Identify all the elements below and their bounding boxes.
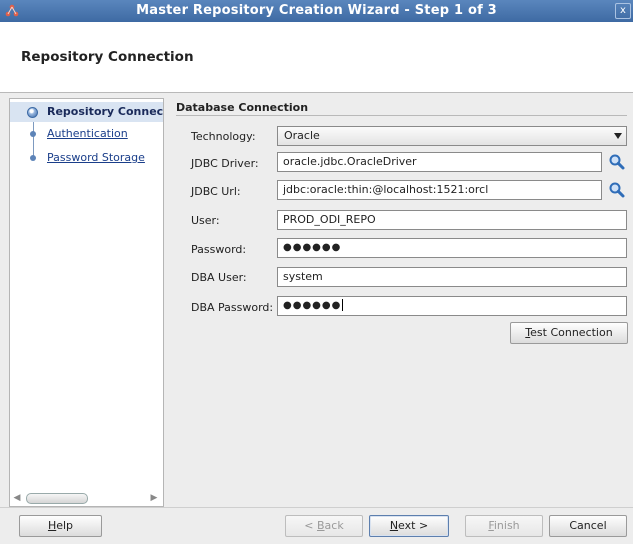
search-icon[interactable]	[608, 153, 626, 171]
help-button[interactable]: Help	[19, 515, 102, 537]
user-label: User:	[191, 214, 220, 227]
step-password-storage[interactable]: Password Storage	[10, 148, 163, 168]
dba-password-label: DBA Password:	[191, 301, 274, 314]
finish-button[interactable]: Finish	[465, 515, 543, 537]
test-connection-button[interactable]: Test Connection	[510, 322, 628, 344]
search-icon[interactable]	[608, 181, 626, 199]
jdbc-driver-field[interactable]: oracle.jdbc.OracleDriver	[277, 152, 602, 172]
button-label: ext >	[398, 519, 429, 532]
close-icon[interactable]: x	[615, 3, 631, 19]
button-prefix: <	[304, 519, 317, 532]
chevron-down-icon[interactable]	[614, 133, 622, 139]
step-dot-icon	[30, 131, 36, 137]
step-label: Authentication	[47, 127, 128, 140]
technology-select[interactable]: Oracle	[277, 126, 627, 146]
footer-divider	[0, 507, 633, 508]
cancel-button[interactable]: Cancel	[549, 515, 627, 537]
button-label: inish	[493, 519, 520, 532]
password-field[interactable]: ●●●●●●	[277, 238, 627, 258]
step-label: Password Storage	[47, 151, 145, 164]
step-dot-icon	[30, 155, 36, 161]
mnemonic: B	[317, 519, 325, 532]
technology-value: Oracle	[284, 129, 320, 142]
wizard-header: Repository Connection	[0, 22, 633, 93]
button-label: ack	[324, 519, 344, 532]
scrollbar-thumb[interactable]	[26, 493, 88, 504]
current-step-icon	[27, 107, 38, 118]
step-label: Repository Connection	[47, 105, 164, 118]
scroll-right-icon[interactable]: ▶	[149, 492, 159, 504]
window-titlebar[interactable]: Master Repository Creation Wizard - Step…	[0, 0, 633, 22]
wizard-steps-panel: Repository Connection Authentication Pas…	[9, 98, 164, 507]
horizontal-scrollbar[interactable]: ◀ ▶	[12, 492, 159, 504]
dba-user-field[interactable]: system	[277, 267, 627, 287]
next-button[interactable]: Next >	[369, 515, 449, 537]
back-button[interactable]: < Back	[285, 515, 363, 537]
jdbc-url-label: JDBC Url:	[191, 185, 241, 198]
text-cursor	[342, 299, 344, 311]
scroll-left-icon[interactable]: ◀	[12, 492, 22, 504]
jdbc-driver-label: JDBC Driver:	[191, 157, 259, 170]
button-label: elp	[56, 519, 74, 532]
button-label: est Connection	[530, 326, 613, 339]
jdbc-url-field[interactable]: jdbc:oracle:thin:@localhost:1521:orcl	[277, 180, 602, 200]
section-title: Database Connection	[176, 101, 309, 114]
mnemonic: H	[47, 519, 57, 532]
password-label: Password:	[191, 243, 247, 256]
step-authentication[interactable]: Authentication	[10, 124, 163, 144]
dba-password-field[interactable]: ●●●●●●	[277, 296, 627, 316]
section-divider	[176, 115, 627, 116]
dba-password-value: ●●●●●●	[283, 300, 342, 311]
technology-label: Technology:	[191, 130, 256, 143]
page-title: Repository Connection	[21, 49, 194, 65]
mnemonic: N	[389, 519, 399, 532]
dba-user-label: DBA User:	[191, 271, 247, 284]
user-field[interactable]: PROD_ODI_REPO	[277, 210, 627, 230]
window-title: Master Repository Creation Wizard - Step…	[136, 3, 497, 18]
step-repository-connection[interactable]: Repository Connection	[10, 102, 164, 122]
